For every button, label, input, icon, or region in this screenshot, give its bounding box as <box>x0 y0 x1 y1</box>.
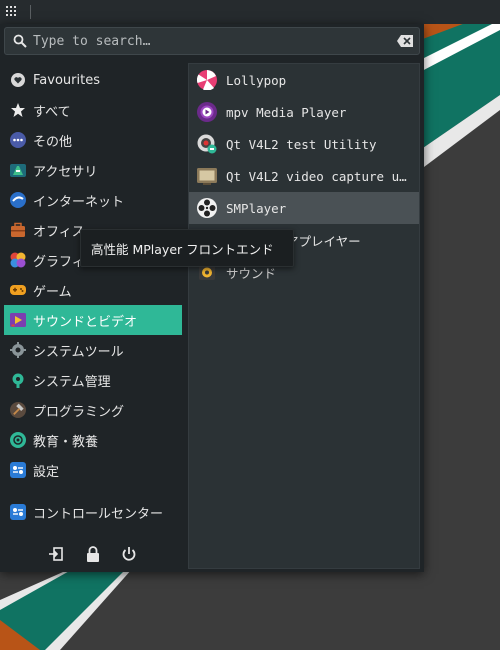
app-label: mpv Media Player <box>226 104 347 120</box>
category-label: システム管理 <box>33 374 111 390</box>
internet-icon <box>10 192 26 208</box>
lollypop-icon <box>197 70 217 90</box>
category-label: Favourites <box>33 72 100 88</box>
category-system-tools[interactable]: システムツール <box>4 335 182 365</box>
application-menu: Favourites すべて その他 アクセサリ インターネット オフィス グラ… <box>0 24 424 572</box>
qv4l2-icon <box>197 134 217 154</box>
application-list: Lollypop mpv Media Player Qt V4L2 test U… <box>188 63 420 569</box>
office-icon <box>10 222 26 238</box>
power-icon[interactable] <box>119 544 139 564</box>
app-item-smplayer[interactable]: SMPlayer <box>189 192 419 224</box>
category-label: アクセサリ <box>33 164 98 180</box>
search-box[interactable] <box>4 27 420 55</box>
heart-icon <box>10 72 26 88</box>
search-icon <box>13 34 27 48</box>
smplayer-icon <box>197 198 217 218</box>
app-label: Qt V4L2 video capture u… <box>226 168 407 184</box>
category-label: インターネット <box>33 194 125 210</box>
category-label: すべて <box>33 104 71 120</box>
app-item-lollypop[interactable]: Lollypop <box>189 64 419 96</box>
graphics-icon <box>10 252 26 268</box>
app-item-qvidcap[interactable]: Qt V4L2 video capture u… <box>189 160 419 192</box>
app-tooltip: 高性能 MPlayer フロントエンド <box>80 229 294 267</box>
category-all[interactable]: すべて <box>4 95 182 125</box>
mpv-icon <box>197 102 217 122</box>
clear-icon[interactable] <box>397 35 413 47</box>
lock-icon[interactable] <box>83 544 103 564</box>
category-label: 設定 <box>33 464 60 480</box>
panel-separator <box>30 5 31 19</box>
category-list: Favourites すべて その他 アクセサリ インターネット オフィス グラ… <box>4 65 182 485</box>
category-favourites[interactable]: Favourites <box>4 65 182 95</box>
category-accessories[interactable]: アクセサリ <box>4 155 182 185</box>
applications-menu-button[interactable] <box>2 2 22 22</box>
category-settings[interactable]: 設定 <box>4 455 182 485</box>
system-admin-icon <box>10 372 26 388</box>
grid-icon <box>6 6 16 16</box>
qvidcap-icon <box>197 166 217 186</box>
hammer-icon <box>10 402 26 418</box>
category-label: サウンドとビデオ <box>33 314 138 330</box>
category-programming[interactable]: プログラミング <box>4 395 182 425</box>
system-tools-icon <box>10 342 26 358</box>
control-center-icon <box>10 504 26 520</box>
search-input[interactable] <box>33 31 383 51</box>
app-item-qv4l2[interactable]: Qt V4L2 test Utility <box>189 128 419 160</box>
top-panel <box>0 0 500 24</box>
star-icon <box>10 102 26 118</box>
category-games[interactable]: ゲーム <box>4 275 182 305</box>
session-actions <box>0 542 186 566</box>
category-label: その他 <box>33 134 73 150</box>
multimedia-icon <box>10 312 26 328</box>
category-label: 教育・教養 <box>33 434 99 450</box>
app-label: Lollypop <box>226 72 287 88</box>
tooltip-text: 高性能 MPlayer フロントエンド <box>91 241 274 257</box>
category-education[interactable]: 教育・教養 <box>4 425 182 455</box>
category-internet[interactable]: インターネット <box>4 185 182 215</box>
category-label: オフィス <box>33 224 85 240</box>
accessories-icon <box>10 162 26 178</box>
app-label: SMPlayer <box>226 200 287 216</box>
logout-icon[interactable] <box>46 544 66 564</box>
settings-icon <box>10 462 26 478</box>
app-label: Qt V4L2 test Utility <box>226 136 377 152</box>
control-center-item[interactable]: コントロールセンター <box>4 497 182 527</box>
education-icon <box>10 432 26 448</box>
category-system-admin[interactable]: システム管理 <box>4 365 182 395</box>
app-label: アプレイヤー <box>286 233 361 249</box>
category-other[interactable]: その他 <box>4 125 182 155</box>
category-list-footer: コントロールセンター <box>4 497 182 527</box>
more-icon <box>10 132 26 148</box>
gamepad-icon <box>10 282 26 298</box>
category-label: ゲーム <box>33 284 72 300</box>
category-label: プログラミング <box>33 404 125 420</box>
category-sound-video[interactable]: サウンドとビデオ <box>4 305 182 335</box>
app-item-mpv[interactable]: mpv Media Player <box>189 96 419 128</box>
category-label: システムツール <box>33 344 124 360</box>
control-center-label: コントロールセンター <box>33 506 164 522</box>
